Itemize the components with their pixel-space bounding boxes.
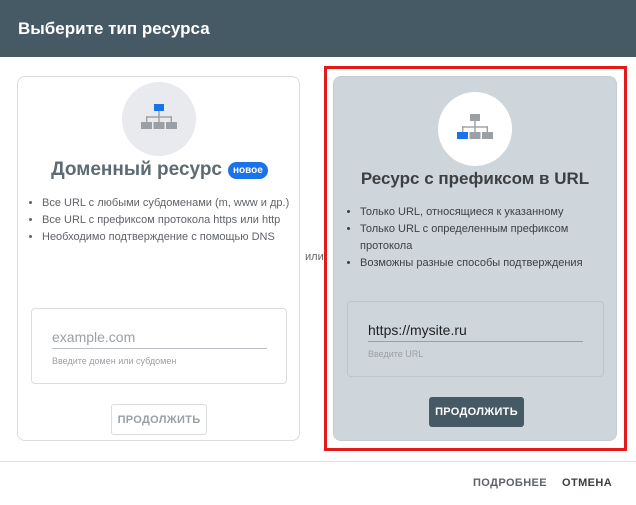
domain-continue-button[interactable]: ПРОДОЛЖИТЬ bbox=[111, 404, 207, 435]
list-item: Возможны разные способы подтверждения bbox=[360, 255, 610, 272]
url-prefix-resource-card[interactable]: Ресурс с префиксом в URL Только URL, отн… bbox=[333, 76, 617, 441]
url-prefix-icon-circle bbox=[438, 92, 512, 166]
domain-card-title: Доменный ресурс bbox=[51, 159, 223, 180]
domain-resource-card[interactable]: Доменный ресурс новое Все URL с любыми с… bbox=[17, 76, 300, 441]
list-item: Только URL с определенным префиксом прот… bbox=[360, 221, 610, 255]
url-prefix-continue-button[interactable]: ПРОДОЛЖИТЬ bbox=[429, 397, 524, 427]
cancel-button[interactable]: ОТМЕНА bbox=[562, 477, 612, 489]
domain-input-box: example.com Введите домен или субдомен bbox=[31, 308, 287, 384]
list-item: Необходимо подтверждение с помощью DNS bbox=[42, 229, 292, 246]
new-badge: новое bbox=[228, 161, 268, 179]
domain-feature-list: Все URL с любыми субдоменами (m, www и д… bbox=[18, 195, 292, 246]
url-input-box: https://mysite.ru Введите URL bbox=[347, 301, 604, 377]
url-input[interactable]: https://mysite.ru bbox=[368, 319, 583, 342]
dialog-header: Выберите тип ресурса bbox=[0, 0, 636, 57]
dialog-title: Выберите тип ресурса bbox=[18, 18, 210, 38]
sitemap-icon bbox=[141, 104, 177, 129]
or-separator: или bbox=[305, 251, 324, 263]
url-input-hint: Введите URL bbox=[368, 349, 424, 359]
url-prefix-feature-list: Только URL, относящиеся к указанному Тол… bbox=[336, 204, 610, 272]
domain-icon-circle bbox=[122, 82, 196, 156]
list-item: Все URL с любыми субдоменами (m, www и д… bbox=[42, 195, 292, 212]
footer-divider bbox=[0, 461, 636, 462]
domain-input[interactable]: example.com bbox=[52, 326, 267, 349]
domain-input-hint: Введите домен или субдомен bbox=[52, 356, 177, 366]
learn-more-button[interactable]: ПОДРОБНЕЕ bbox=[473, 477, 547, 489]
url-prefix-card-title: Ресурс с префиксом в URL bbox=[360, 169, 590, 188]
domain-card-title-row: Доменный ресурс новое bbox=[18, 159, 301, 181]
sitemap-icon bbox=[457, 114, 493, 139]
list-item: Все URL с префиксом протокола https или … bbox=[42, 212, 292, 229]
list-item: Только URL, относящиеся к указанному bbox=[360, 204, 610, 221]
